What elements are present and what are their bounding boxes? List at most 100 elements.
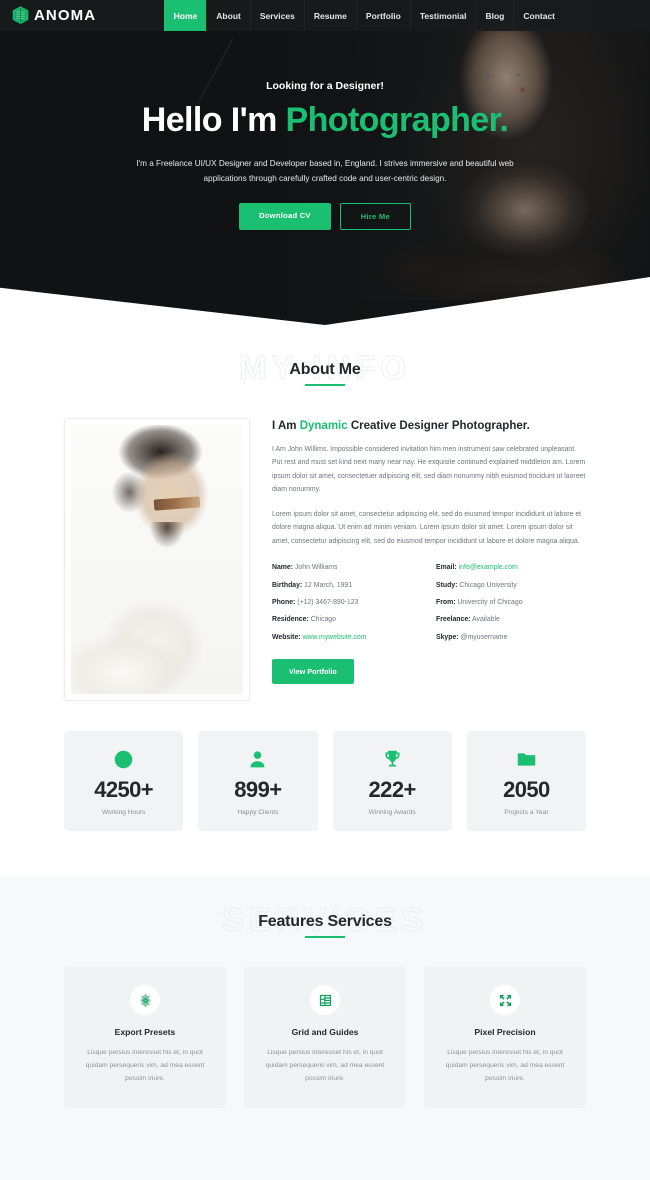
hero-content: Looking for a Designer! Hello I'm Photog…	[0, 0, 650, 300]
view-portfolio-button[interactable]: View Portfolio	[272, 659, 354, 685]
nav-item-about[interactable]: About	[206, 0, 250, 31]
service-text: Lisque persius interesset his et, in quo…	[445, 1049, 565, 1083]
service-card-pixel-precision[interactable]: Pixel Precision Lisque persius interesse…	[424, 966, 586, 1109]
shirt-detail	[71, 586, 219, 694]
info-value: Chicago University	[459, 581, 517, 589]
hero-title-accent: Photographer.	[285, 101, 509, 140]
info-row-phone: Phone: (+12) 3467-890-123	[272, 594, 422, 611]
hero-kicker: Looking for a Designer!	[266, 80, 384, 93]
brand-name: ANOMA	[34, 7, 97, 24]
services-title: Features Services	[258, 913, 392, 938]
nav-item-blog[interactable]: Blog	[475, 0, 513, 31]
about-text-column: I Am Dynamic Creative Designer Photograp…	[272, 418, 586, 701]
expand-arrows-icon	[490, 985, 520, 1015]
info-row-freelance: Freelance: Available	[436, 611, 586, 628]
about-paragraph-2: Lorem ipsum dolor sit amet, consectetur …	[272, 510, 582, 545]
info-value: Chicago	[310, 616, 336, 624]
hero-title-plain: Hello I'm	[141, 101, 286, 140]
about-heading-pre: I Am	[272, 420, 300, 432]
info-value: Univercity of Chicago	[457, 598, 523, 606]
services-grid: Export Presets Lisque persius interesset…	[0, 938, 650, 1109]
services-section: SERVICES Features Services Export Preset…	[0, 877, 650, 1109]
info-row-name: Name: John Williams	[272, 559, 422, 576]
info-row-email: Email: info@example.com	[436, 559, 586, 576]
clock-icon	[70, 748, 177, 770]
stat-number: 222+	[368, 777, 417, 802]
about-body: I Am Dynamic Creative Designer Photograp…	[0, 386, 650, 701]
service-card-export-presets[interactable]: Export Presets Lisque persius interesset…	[64, 966, 226, 1109]
service-text: Lisque persius interesset his et, in quo…	[85, 1049, 205, 1083]
info-row-study: Study: Chicago University	[436, 577, 586, 594]
hexagon-leaf-logo-icon	[12, 6, 29, 25]
personal-info-grid: Name: John Williams Email: info@example.…	[272, 559, 586, 646]
info-row-website: Website: www.mywebsite.com	[272, 629, 422, 646]
nav-item-home[interactable]: Home	[163, 0, 207, 31]
hero-subtitle: I'm a Freelance UI/UX Designer and Devel…	[136, 158, 514, 183]
grid-list-icon	[310, 985, 340, 1015]
about-paragraph-1: I Am John Willims. Impossible considered…	[272, 446, 586, 494]
info-key: Email:	[436, 564, 457, 572]
stat-number: 899+	[234, 777, 282, 802]
info-key: From:	[436, 598, 456, 606]
info-row-skype: Skype: @myusername	[436, 629, 586, 646]
info-value: @myusername	[460, 633, 508, 641]
stat-label: Happy Clients	[237, 809, 279, 816]
nav-item-services[interactable]: Services	[249, 0, 304, 31]
nav-menu: Home About Services Resume Portfolio Tes…	[163, 0, 564, 31]
info-key: Skype:	[436, 633, 459, 641]
info-key: Study:	[436, 581, 458, 589]
atom-gear-icon	[130, 985, 160, 1015]
about-photo-frame	[64, 418, 250, 701]
nav-item-contact[interactable]: Contact	[513, 0, 564, 31]
service-title: Grid and Guides	[291, 1027, 359, 1037]
hero-actions: Download CV Hire Me	[239, 202, 411, 230]
trophy-icon	[339, 748, 446, 770]
download-cv-button[interactable]: Download CV	[239, 202, 331, 230]
folder-icon	[473, 748, 580, 770]
info-key: Freelance:	[436, 616, 471, 624]
about-heading-accent: Dynamic	[299, 420, 348, 432]
service-title: Export Presets	[114, 1027, 176, 1037]
stat-label: Projects a Year	[504, 809, 549, 816]
stat-number: 2050	[503, 777, 550, 802]
info-row-from: From: Univercity of Chicago	[436, 594, 586, 611]
beard-detail	[150, 521, 185, 548]
stat-number: 4250+	[94, 777, 154, 802]
nav-item-portfolio[interactable]: Portfolio	[355, 0, 410, 31]
hero-title: Hello I'm Photographer.	[141, 101, 509, 140]
info-row-residence: Residence: Chicago	[272, 611, 422, 628]
stats-grid: 4250+ Working Hours 899+ Happy Clients 2…	[0, 701, 650, 877]
info-value: John Williams	[294, 564, 338, 572]
nav-item-resume[interactable]: Resume	[303, 0, 356, 31]
service-text: Lisque persius interesset his et, in quo…	[265, 1049, 385, 1083]
hero-section: ANOMA Home About Services Resume Portfol…	[0, 0, 650, 325]
info-value: (+12) 3467-890-123	[297, 598, 359, 606]
brand-logo[interactable]: ANOMA	[0, 0, 96, 31]
service-card-grid-and-guides[interactable]: Grid and Guides Lisque persius interesse…	[244, 966, 406, 1109]
stat-card-working-hours: 4250+ Working Hours	[64, 731, 184, 831]
info-key: Birthday:	[272, 581, 303, 589]
stat-label: Working Hours	[101, 809, 146, 816]
info-key: Phone:	[272, 598, 296, 606]
info-value: Available	[472, 616, 500, 624]
stat-card-projects-a-year: 2050 Projects a Year	[466, 731, 586, 831]
info-key: Website:	[272, 633, 301, 641]
nav-item-testimonial[interactable]: Testimonial	[409, 0, 476, 31]
info-key: Name:	[272, 564, 294, 572]
about-section: MY INFO About Me I Am Dynamic Creative D…	[0, 325, 650, 877]
info-value: 12 March, 1991	[304, 581, 353, 589]
info-value-website-link[interactable]: www.mywebsite.com	[303, 634, 367, 641]
about-header: MY INFO About Me	[0, 325, 650, 386]
stat-label: Winning Awards	[368, 809, 416, 816]
user-icon	[204, 748, 311, 770]
page-root: ANOMA Home About Services Resume Portfol…	[0, 0, 650, 1180]
info-row-birthday: Birthday: 12 March, 1991	[272, 577, 422, 594]
about-portrait-image	[71, 425, 243, 694]
stat-card-winning-awards: 222+ Winning Awards	[332, 731, 452, 831]
hire-me-button[interactable]: Hire Me	[339, 202, 411, 230]
service-title: Pixel Precision	[474, 1027, 536, 1037]
about-title: About Me	[289, 361, 360, 386]
info-value-email-link[interactable]: info@example.com	[459, 564, 518, 571]
about-heading-post: Creative Designer Photographer.	[347, 420, 530, 432]
sunglasses-detail	[153, 496, 200, 511]
